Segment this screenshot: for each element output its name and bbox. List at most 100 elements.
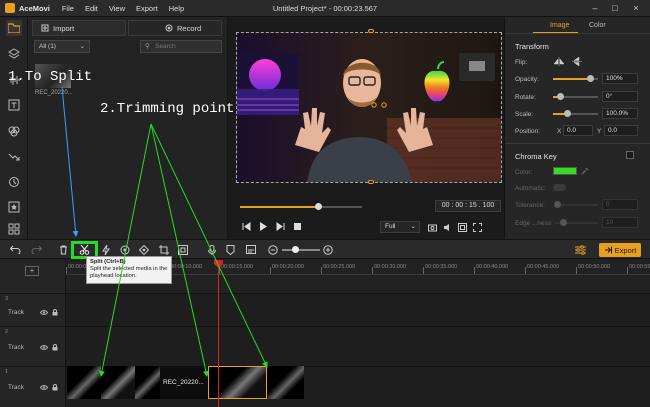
quality-dropdown[interactable]: Full ⌄ [380,221,420,233]
layers-icon[interactable] [6,46,22,62]
speed-icon[interactable] [99,243,112,256]
freeze-icon[interactable] [176,243,189,256]
automatic-toggle[interactable] [553,184,566,191]
video-clip-selected[interactable] [208,366,267,399]
eye-icon[interactable] [40,310,48,315]
tooltip-title: Split (Ctrl+B) [90,259,126,265]
flip-horizontal-icon[interactable] [554,57,564,66]
undo-icon[interactable] [9,243,22,256]
menu-export[interactable]: Export [136,4,158,13]
menu-edit[interactable]: Edit [85,4,98,13]
opacity-slider[interactable] [553,75,598,82]
tolerance-input[interactable]: 0 [602,199,638,210]
zoom-slider[interactable] [282,246,320,253]
lock-icon[interactable] [52,384,58,391]
filters-icon[interactable] [6,123,22,139]
delete-icon[interactable] [57,243,70,256]
transitions-icon[interactable] [6,148,22,164]
text-icon[interactable] [6,97,22,113]
preview-panel: 00 : 00 : 15 . 100 Full ⌄ [227,17,505,239]
position-x-input[interactable]: 0.0 [563,125,593,136]
video-clip-right[interactable] [267,366,304,399]
tolerance-slider[interactable] [554,201,598,208]
eye-icon[interactable] [40,385,48,390]
elements-icon[interactable] [6,199,22,215]
search-input[interactable]: ⚲ Search [140,40,222,53]
record-button[interactable]: Record [128,20,222,36]
crop-icon[interactable] [157,243,170,256]
scale-slider[interactable] [553,110,598,117]
marker-icon[interactable] [224,243,237,256]
track-2[interactable]: 2 Track [0,326,650,366]
ruler-tick-mark [66,267,67,274]
rotate-input[interactable]: 0° [602,91,638,102]
ruler-tick-mark [270,267,271,274]
media-clip-name: REC_20220... [35,90,73,96]
app-name: AceMovi [19,3,50,13]
flip-vertical-icon[interactable] [572,57,582,66]
grid-icon[interactable] [6,221,22,237]
media-filter-dropdown[interactable]: All (1) ⌄ [34,40,90,53]
fullscreen-icon[interactable] [473,223,482,232]
volume-icon[interactable] [443,223,452,232]
lock-icon[interactable] [52,344,58,351]
menu-view[interactable]: View [109,4,125,13]
stop-icon[interactable] [293,222,302,231]
export-button[interactable]: Export [599,243,641,257]
folder-icon[interactable] [6,20,22,36]
color-icon[interactable] [118,243,131,256]
opacity-input[interactable]: 100% [602,73,638,84]
minimize-icon[interactable]: – [586,2,604,14]
safe-zone-icon[interactable] [458,223,467,232]
menu-help[interactable]: Help [169,4,184,13]
video-preview[interactable] [236,32,502,183]
zoom-out-icon[interactable] [266,243,279,256]
eye-icon[interactable] [40,345,48,350]
tooltip-body: Split the selected media in the playhead… [90,266,168,279]
scale-input[interactable]: 100.0% [602,108,638,119]
chevron-down-icon: ⌄ [79,43,85,50]
redo-icon[interactable] [30,243,43,256]
tab-image[interactable]: Image [550,22,569,29]
keyframe-icon[interactable] [137,243,150,256]
close-icon[interactable]: × [627,2,645,14]
zoom-handle[interactable] [292,246,299,253]
lock-icon[interactable] [52,309,58,316]
chroma-color-swatch[interactable] [553,167,577,175]
record-icon [165,24,173,32]
preview-progress-bar[interactable] [240,203,362,210]
settings-sliders-icon[interactable] [574,243,587,256]
add-track-button[interactable]: + [25,266,39,276]
timecode-display: 00 : 00 : 15 . 100 [435,200,501,212]
edge-input[interactable]: 10 [602,217,638,228]
snapshot-icon[interactable] [428,223,437,232]
ruler-tick-label: 00:00:25.000 [323,264,356,270]
video-clip-left[interactable]: REC_20220... [67,366,208,399]
trim-annotation: 2.Trimming point [100,101,235,117]
rotate-slider[interactable] [553,93,598,100]
edge-slider[interactable] [555,219,598,226]
position-y-label: Y [597,128,602,135]
playhead-line[interactable] [218,262,219,407]
record-voice-icon[interactable] [205,243,218,256]
previous-frame-icon[interactable] [242,222,251,231]
record-label: Record [177,23,202,33]
scale-label: Scale: [515,111,534,118]
import-button[interactable]: Import [32,20,126,36]
play-icon[interactable] [259,222,268,231]
next-frame-icon[interactable] [276,222,285,231]
ruler-tick-mark [474,267,475,274]
track-3[interactable]: 3 Track [0,293,650,326]
eyedropper-icon[interactable] [581,167,589,175]
menu-file[interactable]: File [62,4,74,13]
tab-color[interactable]: Color [589,22,606,29]
ruler-tick-label: 00:00:50.000 [578,264,611,270]
subtitle-icon[interactable] [244,243,257,256]
chroma-key-checkbox[interactable] [626,151,634,159]
edge-label: Edge ...ness: [515,220,553,227]
zoom-in-icon[interactable] [321,243,334,256]
position-y-input[interactable]: 0.0 [604,125,638,136]
maximize-icon[interactable]: □ [606,2,624,14]
animation-icon[interactable] [6,174,22,190]
playhead-handle[interactable] [315,203,323,210]
